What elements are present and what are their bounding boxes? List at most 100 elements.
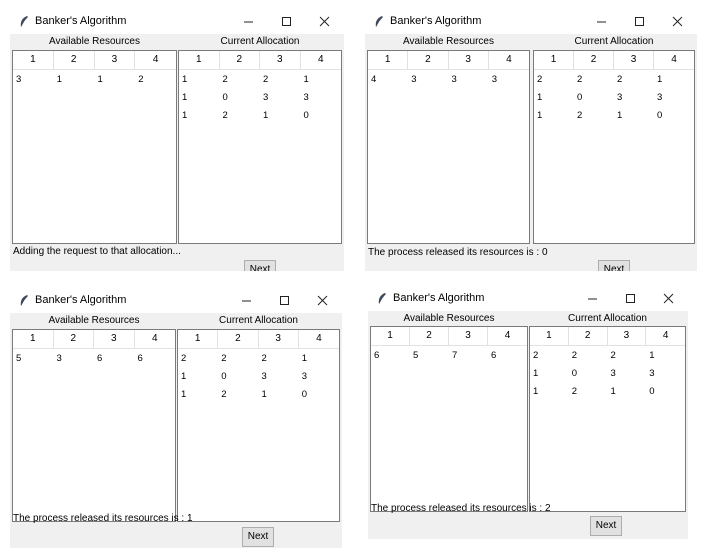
- available-resources-column-header[interactable]: 4: [489, 51, 529, 69]
- available-resources-column-header[interactable]: 2: [54, 51, 95, 69]
- current-allocation-heading: Current Allocation: [568, 313, 647, 324]
- minimize-icon: [597, 21, 606, 23]
- available-resources-row[interactable]: 5 3 6 6: [13, 352, 175, 366]
- current-allocation-column-header[interactable]: 1: [534, 51, 574, 69]
- available-resources-column-header[interactable]: 1: [368, 51, 409, 69]
- available-resources-column-header[interactable]: 1: [13, 330, 54, 348]
- available-resources-column-header[interactable]: 3: [94, 330, 135, 348]
- maximize-button[interactable]: [612, 287, 650, 311]
- next-button[interactable]: Next: [244, 260, 276, 271]
- available-resources-row[interactable]: 3 1 1 2: [13, 73, 176, 87]
- current-allocation-row[interactable]: 1 2 1 0: [179, 109, 341, 123]
- current-allocation-cell: 1: [263, 110, 269, 121]
- available-resources-column-header[interactable]: 4: [135, 330, 176, 348]
- close-icon: [317, 295, 328, 306]
- title-bar: Banker's Algorithm: [365, 10, 697, 34]
- current-allocation-row[interactable]: 1 0 3 3: [534, 91, 694, 105]
- maximize-button[interactable]: [266, 289, 304, 313]
- current-allocation-cell: 1: [533, 368, 539, 379]
- current-allocation-column-header[interactable]: 3: [614, 51, 654, 69]
- current-allocation-cell: 1: [182, 92, 188, 103]
- current-allocation-cell: 2: [261, 353, 267, 364]
- current-allocation-column-header[interactable]: 4: [654, 51, 694, 69]
- available-resources-row[interactable]: 4 3 3 3: [368, 73, 529, 87]
- current-allocation-cell: 1: [181, 371, 187, 382]
- close-button[interactable]: [650, 287, 688, 311]
- current-allocation-column-header[interactable]: 1: [178, 330, 219, 348]
- current-allocation-cell: 1: [649, 350, 655, 361]
- current-allocation-cell: 0: [577, 92, 583, 103]
- current-allocation-header-row: 1234: [179, 51, 341, 70]
- current-allocation-row[interactable]: 1 0 3 3: [178, 370, 339, 384]
- current-allocation-column-header[interactable]: 3: [608, 327, 647, 345]
- next-button[interactable]: Next: [242, 527, 274, 547]
- available-resources-panel: 1234 5366: [12, 329, 176, 522]
- next-button[interactable]: Next: [590, 516, 622, 536]
- current-allocation-row[interactable]: 2 2 2 1: [530, 349, 685, 363]
- available-resources-header-row: 1234: [371, 327, 527, 346]
- available-resources-column-header[interactable]: 1: [13, 51, 54, 69]
- close-button[interactable]: [306, 10, 344, 34]
- current-allocation-cell: 2: [537, 74, 543, 85]
- current-allocation-column-header[interactable]: 4: [299, 330, 339, 348]
- current-allocation-cell: 3: [617, 92, 623, 103]
- current-allocation-column-header[interactable]: 2: [220, 51, 260, 69]
- feather-icon: [373, 15, 385, 29]
- current-allocation-row[interactable]: 2 2 2 1: [534, 73, 694, 87]
- current-allocation-cell: 2: [222, 74, 228, 85]
- current-allocation-cell: 2: [533, 350, 539, 361]
- current-allocation-cell: 2: [263, 74, 269, 85]
- available-resources-row[interactable]: 6 5 7 6: [371, 349, 527, 363]
- current-allocation-column-header[interactable]: 4: [646, 327, 685, 345]
- current-allocation-column-header[interactable]: 3: [260, 51, 301, 69]
- current-allocation-row[interactable]: 1 0 3 3: [530, 367, 685, 381]
- available-resources-column-header[interactable]: 3: [95, 51, 136, 69]
- current-allocation-header-row: 1234: [534, 51, 694, 70]
- available-resources-column-header[interactable]: 4: [135, 51, 176, 69]
- app-window: Banker's Algorithm Available Resources Cur…: [365, 10, 697, 271]
- available-resources-panel: 1234 3112: [12, 50, 177, 244]
- minimize-button[interactable]: [574, 287, 612, 311]
- available-resources-column-header[interactable]: 2: [54, 330, 94, 348]
- current-allocation-row[interactable]: 1 2 1 0: [530, 385, 685, 399]
- available-resources-column-header[interactable]: 2: [410, 327, 449, 345]
- current-allocation-row[interactable]: 2 2 2 1: [178, 352, 339, 366]
- current-allocation-row[interactable]: 1 2 2 1: [179, 73, 341, 87]
- current-allocation-panel: 1234222110331210: [529, 326, 686, 512]
- minimize-button[interactable]: [230, 10, 268, 34]
- minimize-button[interactable]: [583, 10, 621, 34]
- feather-icon: [18, 15, 30, 29]
- available-resources-column-header[interactable]: 1: [371, 327, 410, 345]
- current-allocation-cell: 2: [571, 386, 578, 397]
- available-resources-panel: 1234 6 5 7 6: [370, 326, 528, 512]
- available-resources-column-header[interactable]: 3: [449, 327, 488, 345]
- current-allocation-cell: 1: [657, 74, 663, 85]
- close-button[interactable]: [304, 289, 342, 313]
- current-allocation-column-header[interactable]: 4: [301, 51, 342, 69]
- current-allocation-panel: 1234222110331210: [177, 329, 340, 522]
- current-allocation-column-header[interactable]: 2: [569, 327, 608, 345]
- maximize-button[interactable]: [621, 10, 659, 34]
- current-allocation-cell: 2: [181, 353, 187, 364]
- current-allocation-heading: Current Allocation: [219, 315, 298, 326]
- current-allocation-row[interactable]: 1 2 1 0: [178, 388, 339, 402]
- current-allocation-column-header[interactable]: 1: [530, 327, 569, 345]
- available-resources-cell: 1: [97, 74, 103, 85]
- next-button[interactable]: Next: [598, 260, 630, 271]
- current-allocation-column-header[interactable]: 3: [259, 330, 299, 348]
- available-resources-column-header[interactable]: 4: [488, 327, 527, 345]
- status-message: Adding the request to that allocation...: [13, 246, 181, 257]
- current-allocation-column-header[interactable]: 2: [574, 51, 614, 69]
- current-allocation-panel: 1234222110331210: [533, 50, 695, 244]
- minimize-icon: [242, 300, 251, 302]
- available-resources-column-header[interactable]: 2: [408, 51, 449, 69]
- minimize-button[interactable]: [228, 289, 266, 313]
- current-allocation-column-header[interactable]: 1: [179, 51, 220, 69]
- current-allocation-column-header[interactable]: 2: [218, 330, 259, 348]
- close-button[interactable]: [659, 10, 697, 34]
- current-allocation-row[interactable]: 1 0 3 3: [179, 91, 341, 105]
- maximize-button[interactable]: [268, 10, 306, 34]
- available-resources-column-header[interactable]: 3: [449, 51, 489, 69]
- current-allocation-cell: 2: [610, 350, 616, 361]
- current-allocation-row[interactable]: 1 2 1 0: [534, 109, 694, 123]
